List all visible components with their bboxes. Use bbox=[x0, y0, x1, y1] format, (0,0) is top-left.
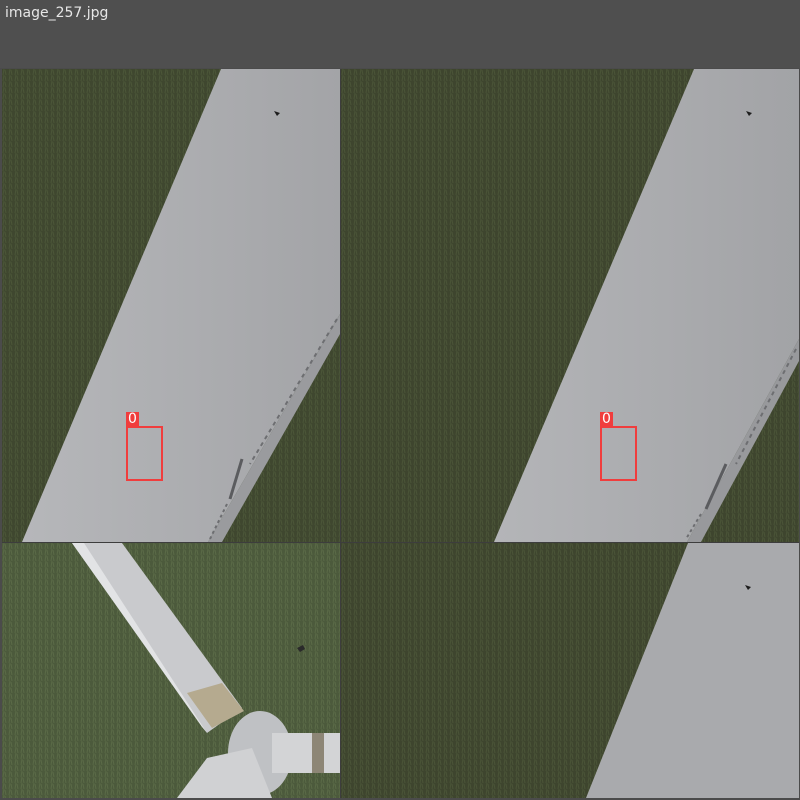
image-tile-1[interactable]: 0 bbox=[2, 69, 340, 542]
annotation-box[interactable] bbox=[126, 426, 163, 481]
turbine-blade-photo bbox=[2, 69, 340, 542]
turbine-hub-photo bbox=[2, 543, 340, 798]
annotation-box[interactable] bbox=[600, 426, 637, 481]
annotation-label: 0 bbox=[126, 411, 139, 427]
image-tile-3[interactable] bbox=[2, 543, 340, 798]
turbine-blade-photo bbox=[341, 69, 799, 542]
annotation-label: 0 bbox=[600, 411, 613, 427]
title-bar: image_257.jpg bbox=[0, 0, 800, 68]
image-title: image_257.jpg bbox=[5, 5, 109, 21]
turbine-blade-photo bbox=[341, 543, 799, 798]
image-tile-4[interactable] bbox=[341, 543, 799, 798]
image-tile-2[interactable]: 0 bbox=[341, 69, 799, 542]
image-grid: 0 0 bbox=[2, 69, 799, 798]
